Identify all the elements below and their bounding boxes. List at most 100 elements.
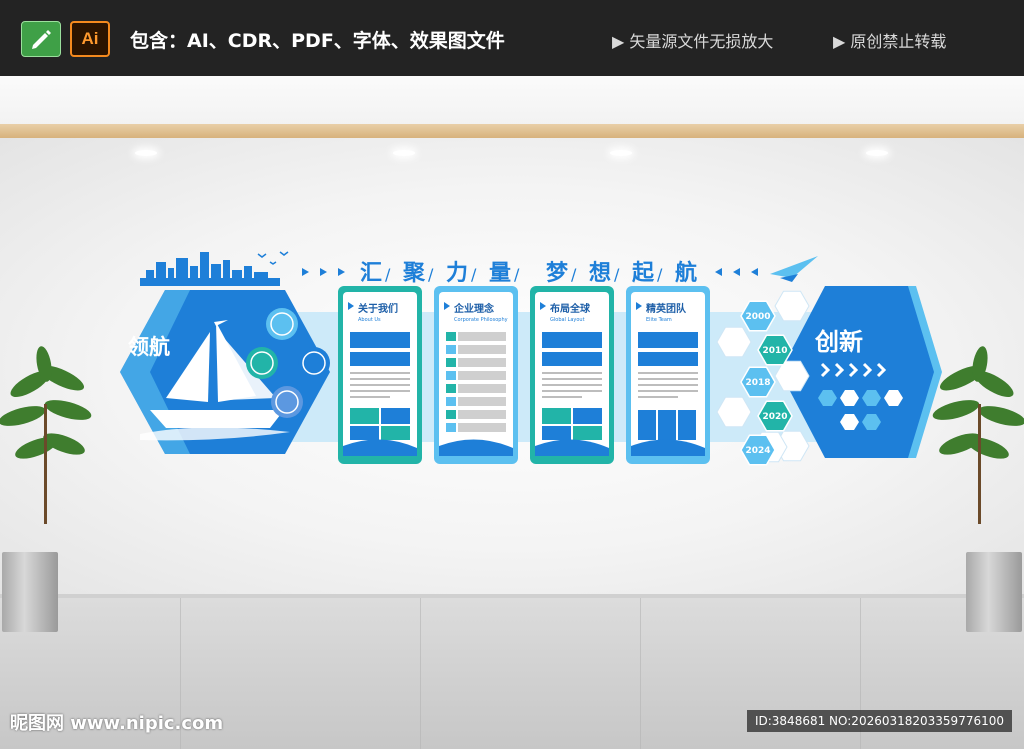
floor-tile-line: [640, 598, 641, 749]
floor-tile-line: [420, 598, 421, 749]
content-block: [350, 332, 410, 348]
right-title: 创新: [814, 328, 863, 356]
list-bullet: [446, 384, 456, 393]
panel-subtitle: Global Layout: [550, 317, 585, 323]
info-panel: 企业理念 Corporate Philosophy: [434, 286, 518, 464]
content-block: [381, 408, 410, 424]
list-line: [458, 345, 506, 354]
text-line: [542, 372, 602, 374]
list-bullet: [446, 345, 456, 354]
text-line: [350, 384, 410, 386]
panel-title: 企业理念: [453, 302, 494, 315]
text-line: [638, 390, 698, 392]
pencil-icon: [21, 21, 61, 57]
ceiling-light: [610, 150, 632, 156]
city-skyline-icon: [140, 252, 280, 286]
right-plant-pot: [966, 552, 1022, 632]
list-line: [458, 358, 506, 367]
slogan-separator: /: [428, 265, 434, 284]
text-line: [542, 378, 602, 380]
ceiling-light: [135, 150, 157, 156]
content-block: [638, 352, 698, 366]
content-block: [573, 408, 602, 424]
paper-plane-icon: [770, 256, 818, 282]
original-note: ▶ 原创禁止转载: [833, 32, 947, 51]
image-id-label: ID:3848681 NO:20260318203359776100: [746, 710, 1012, 732]
site-watermark: 昵图网 www.nipic.com: [10, 713, 224, 734]
right-potted-plant: [932, 346, 1024, 524]
content-block: [542, 352, 602, 366]
slogan-char: 起: [631, 261, 655, 286]
list-bullet: [446, 423, 456, 432]
file-contents-text: 包含：AI、CDR、PDF、字体、效果图文件: [130, 30, 505, 52]
content-block: [678, 410, 696, 440]
slogan-char: 航: [675, 260, 697, 286]
panel-subtitle: Corporate Philosophy: [454, 317, 508, 323]
list-bullet: [446, 397, 456, 406]
text-line: [350, 390, 410, 392]
list-line: [458, 371, 506, 380]
slogan-arrows-right: [715, 268, 758, 276]
panel-title: 布局全球: [550, 302, 591, 315]
list-line: [458, 332, 506, 341]
info-panel: 布局全球 Global Layout: [530, 286, 614, 464]
year-label: 2018: [745, 378, 770, 388]
content-block: [542, 408, 571, 424]
panel-title: 精英团队: [646, 302, 687, 315]
birds-icon: [257, 251, 289, 265]
content-block: [638, 410, 656, 440]
year-label: 2020: [762, 412, 787, 422]
slogan-arrows-left: [302, 268, 345, 276]
panel-subtitle: Elite Team: [646, 317, 672, 323]
ceiling-light: [393, 150, 415, 156]
list-bullet: [446, 410, 456, 419]
text-line: [350, 372, 410, 374]
content-block: [350, 426, 379, 440]
left-plant-pot: [2, 552, 58, 632]
vector-note: ▶ 矢量源文件无损放大: [612, 32, 774, 51]
list-line: [458, 397, 506, 406]
list-bullet: [446, 371, 456, 380]
panel-subtitle: About Us: [358, 317, 381, 323]
slogan: 汇 / 聚 / 力 / 量 / 梦 / 想 / 起 / 航: [360, 260, 697, 286]
text-line: [542, 390, 602, 392]
content-block: [381, 426, 410, 440]
slogan-char: 汇: [360, 261, 382, 286]
info-panel: 精英团队 Elite Team: [626, 286, 710, 464]
left-potted-plant: [0, 346, 92, 524]
year-label: 2000: [745, 312, 770, 322]
text-line: [350, 378, 410, 380]
slogan-separator: /: [385, 265, 391, 284]
slogan-char: 力: [446, 261, 468, 286]
text-line: [638, 384, 698, 386]
slogan-char: 梦: [546, 260, 569, 286]
year-label: 2024: [745, 446, 770, 456]
list-line: [458, 410, 506, 419]
text-line: [638, 372, 698, 374]
slogan-separator: /: [571, 265, 577, 284]
text-line: [542, 396, 582, 398]
list-line: [458, 423, 506, 432]
list-line: [458, 384, 506, 393]
content-block: [350, 352, 410, 366]
panel-title: 关于我们: [358, 302, 398, 315]
slogan-char: 聚: [402, 261, 426, 286]
left-title: 领航: [128, 335, 170, 359]
text-line: [638, 378, 698, 380]
slogan-char: 想: [589, 261, 611, 286]
slogan-separator: /: [471, 265, 477, 284]
info-panel: 关于我们 About Us: [338, 286, 422, 464]
content-block: [573, 426, 602, 440]
year-label: 2010: [762, 346, 787, 356]
culture-wall: 汇 / 聚 / 力 / 量 / 梦 / 想 / 起 / 航 领航 关于我们About Us企业理念Corpo…: [120, 251, 942, 466]
text-line: [638, 396, 678, 398]
slogan-char: 量: [489, 261, 511, 286]
content-block: [542, 332, 602, 348]
text-line: [350, 396, 390, 398]
content-block: [658, 410, 676, 440]
illustrator-icon: Ai: [70, 21, 110, 57]
text-line: [542, 384, 602, 386]
showroom-scene: 汇 / 聚 / 力 / 量 / 梦 / 想 / 起 / 航 领航 关于我们 About Us 企业理念 Corpo…: [0, 76, 1024, 749]
slogan-separator: /: [514, 265, 520, 284]
content-block: [542, 426, 571, 440]
